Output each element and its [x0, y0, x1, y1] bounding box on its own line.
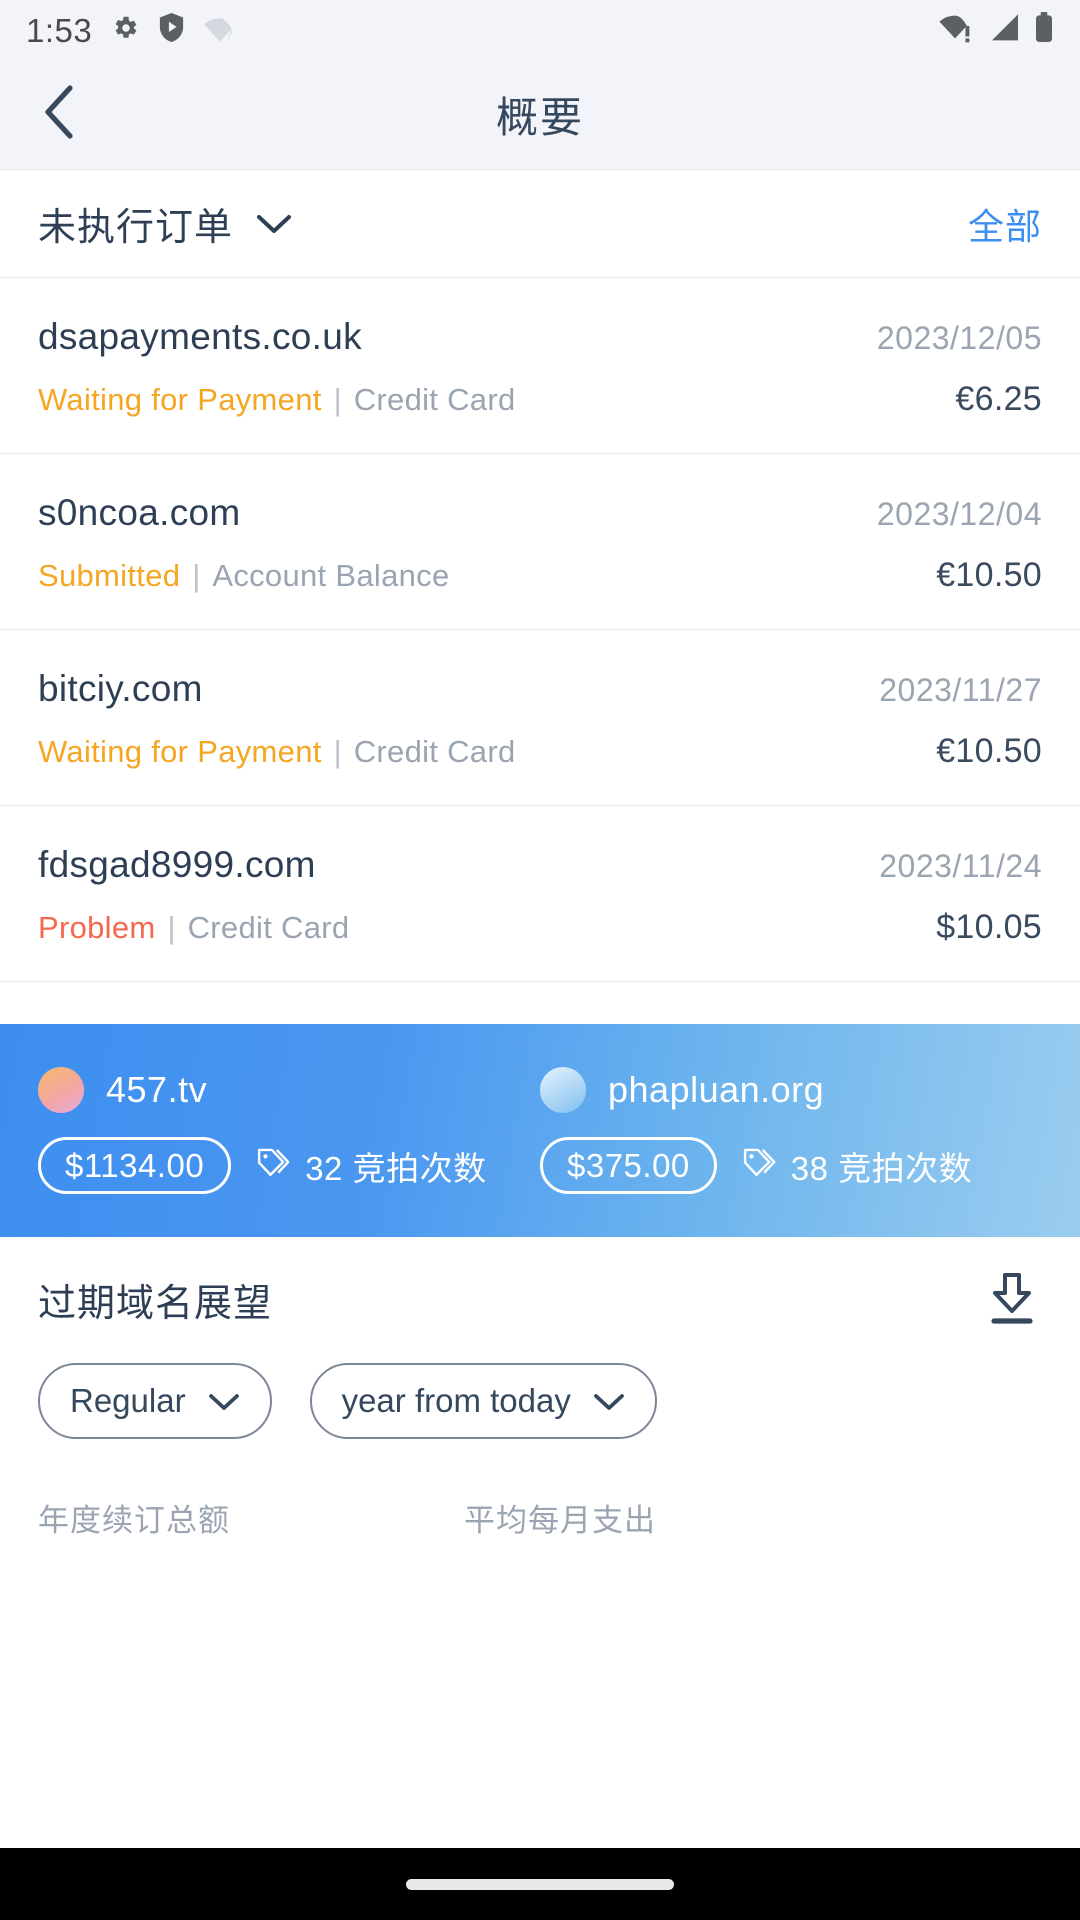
auction-card[interactable]: phapluan.org $375.00 38 竞拍次数	[540, 1066, 1042, 1195]
order-status-badge: Waiting for Payment	[38, 382, 322, 417]
forecast-annual-total-label: 年度续订总额	[38, 1503, 230, 1538]
shield-play-icon	[158, 12, 185, 48]
wifi-alert-icon	[938, 13, 976, 48]
order-row-bottom: Submitted | Account Balance €10.50	[38, 556, 1042, 595]
auction-bids: 32 竞拍次数	[257, 1142, 486, 1190]
order-separator: |	[333, 382, 342, 417]
order-row-bottom: Problem | Credit Card $10.05	[38, 908, 1042, 947]
order-row-bottom: Waiting for Payment | Credit Card €6.25	[38, 380, 1042, 419]
svg-text:?: ?	[225, 27, 232, 42]
auction-card[interactable]: 457.tv $1134.00 32 竞拍次数	[38, 1066, 540, 1195]
chevron-down-icon	[208, 1382, 240, 1420]
auction-card-meta: $1134.00 32 竞拍次数	[38, 1136, 540, 1195]
order-date: 2023/11/27	[879, 672, 1042, 708]
battery-full-icon	[1034, 11, 1054, 49]
gear-icon	[110, 13, 140, 48]
order-domain: dsapayments.co.uk	[38, 316, 362, 357]
forecast-header: 过期域名展望	[38, 1237, 1042, 1361]
forecast-stat-labels: 年度续订总额 平均每月支出	[38, 1495, 1042, 1540]
order-status-badge: Waiting for Payment	[38, 734, 322, 769]
chevron-down-icon	[593, 1382, 625, 1420]
auction-bids-label: 38 竞拍次数	[790, 1149, 973, 1187]
wifi-question-icon: ?	[203, 14, 237, 47]
app-bar: 概要	[0, 60, 1080, 170]
page-title: 概要	[495, 94, 584, 141]
forecast-monthly-average-label: 平均每月支出	[464, 1503, 656, 1538]
order-domain: s0ncoa.com	[38, 492, 241, 533]
forecast-title: 过期域名展望	[38, 1282, 273, 1325]
auction-banner: 457.tv $1134.00 32 竞拍次数 phapluan.org $37…	[0, 1024, 1080, 1237]
auction-bids-label: 32 竞拍次数	[305, 1149, 487, 1187]
order-price: €10.50	[936, 556, 1042, 594]
auction-card-header: phapluan.org	[540, 1066, 1042, 1113]
orders-list: dsapayments.co.uk 2023/12/05 Waiting for…	[0, 278, 1080, 982]
order-separator: |	[192, 558, 201, 593]
status-bar-left: 1:53 ?	[26, 12, 237, 48]
order-date: 2023/12/05	[876, 320, 1042, 356]
order-row-top: bitciy.com 2023/11/27	[38, 668, 1042, 710]
auction-card-meta: $375.00 38 竞拍次数	[540, 1136, 1042, 1195]
auction-domain: phapluan.org	[608, 1068, 825, 1110]
order-domain: fdsgad8999.com	[38, 844, 316, 885]
forecast-type-select[interactable]: Regular	[38, 1363, 272, 1439]
forecast-section: 过期域名展望 Regular year from today 年度续订总额 平均…	[0, 1237, 1080, 1848]
orders-filter-label[interactable]: 未执行订单	[38, 196, 233, 251]
status-bar: 1:53 ?	[0, 0, 1080, 60]
auction-bids: 38 竞拍次数	[743, 1142, 972, 1190]
order-domain: bitciy.com	[38, 668, 203, 709]
view-all-link[interactable]: 全部	[968, 198, 1042, 250]
domain-avatar	[38, 1066, 84, 1113]
order-date: 2023/12/04	[876, 496, 1042, 532]
order-row[interactable]: dsapayments.co.uk 2023/12/05 Waiting for…	[0, 278, 1080, 454]
order-row[interactable]: bitciy.com 2023/11/27 Waiting for Paymen…	[0, 630, 1080, 806]
order-row-top: dsapayments.co.uk 2023/12/05	[38, 316, 1042, 358]
order-separator: |	[167, 910, 176, 945]
order-row-bottom: Waiting for Payment | Credit Card €10.50	[38, 732, 1042, 771]
order-row[interactable]: fdsgad8999.com 2023/11/24 Problem | Cred…	[0, 806, 1080, 982]
forecast-period-value: year from today	[341, 1382, 571, 1419]
system-navigation-bar	[0, 1848, 1080, 1920]
cell-signal-icon	[989, 13, 1021, 48]
order-status-badge: Submitted	[38, 558, 181, 593]
order-separator: |	[333, 734, 342, 769]
order-date: 2023/11/24	[879, 848, 1042, 884]
forecast-period-select[interactable]: year from today	[309, 1363, 657, 1439]
forecast-filters: Regular year from today	[38, 1363, 1042, 1439]
order-payment-method: Credit Card	[187, 910, 350, 945]
order-status-badge: Problem	[38, 910, 156, 945]
tag-icon	[257, 1147, 291, 1185]
auction-price-pill: $1134.00	[38, 1136, 232, 1195]
order-price: $10.05	[936, 908, 1042, 946]
order-price: €10.50	[936, 732, 1042, 770]
home-indicator[interactable]	[406, 1878, 674, 1890]
status-bar-right	[938, 11, 1054, 49]
auction-domain: 457.tv	[106, 1068, 208, 1110]
orders-section-header: 未执行订单 全部	[0, 170, 1080, 278]
phone-screen: 1:53 ? 概要 未执行订单 全部 dsapayments.co.uk 202…	[0, 0, 1080, 1920]
forecast-type-value: Regular	[70, 1382, 186, 1419]
banner-spacer	[0, 982, 1080, 1024]
auction-card-header: 457.tv	[38, 1066, 540, 1113]
order-row[interactable]: s0ncoa.com 2023/12/04 Submitted | Accoun…	[0, 454, 1080, 630]
order-row-top: fdsgad8999.com 2023/11/24	[38, 844, 1042, 886]
status-bar-clock: 1:53	[26, 11, 93, 49]
order-payment-method: Account Balance	[212, 558, 450, 593]
chevron-down-icon[interactable]	[255, 212, 293, 236]
order-price: €6.25	[955, 380, 1042, 418]
tag-icon	[743, 1147, 777, 1185]
order-row-top: s0ncoa.com 2023/12/04	[38, 492, 1042, 534]
order-payment-method: Credit Card	[353, 382, 516, 417]
download-icon[interactable]	[982, 1269, 1042, 1329]
order-payment-method: Credit Card	[353, 734, 516, 769]
auction-price-pill: $375.00	[540, 1136, 717, 1195]
domain-avatar	[540, 1066, 586, 1113]
